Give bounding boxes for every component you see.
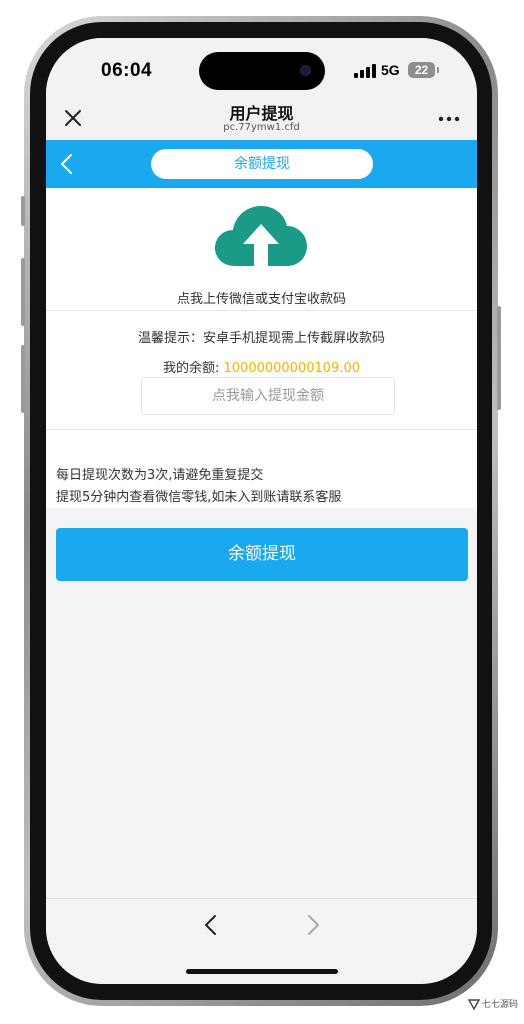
page-title: 用户提现 <box>229 104 294 123</box>
side-button-volume-up <box>21 258 25 326</box>
withdraw-button[interactable]: 余额提现 <box>56 528 468 581</box>
browser-header: 用户提现 pc.77ymw1.cfd <box>46 98 477 140</box>
side-button-volume-down <box>21 345 25 413</box>
balance-value: 10000000000109.00 <box>223 361 360 376</box>
cloud-upload-icon <box>215 206 307 266</box>
network-type: 5G <box>381 62 400 78</box>
chevron-left-icon[interactable] <box>58 152 76 176</box>
watermark-logo-icon <box>468 999 480 1010</box>
upload-qr-area[interactable]: 点我上传微信或支付宝收款码 <box>46 188 477 310</box>
signal-strength-icon <box>354 64 376 78</box>
home-indicator <box>186 969 338 974</box>
balance-row: 我的余额: 10000000000109.00 <box>46 357 477 376</box>
side-button-power <box>497 306 501 410</box>
phone-screen: 06:04 5G 22 用户提现 pc.77ymw1.cfd 余额提现 点我上传… <box>46 38 477 984</box>
nav-title-pill[interactable]: 余额提现 <box>151 149 373 179</box>
chevron-right-icon[interactable] <box>304 913 322 937</box>
status-bar: 06:04 5G 22 <box>46 38 477 98</box>
battery-tip <box>437 67 439 73</box>
watermark-text: 七七源码 <box>482 1000 519 1010</box>
chevron-left-icon[interactable] <box>202 913 220 937</box>
status-time: 06:04 <box>101 60 153 81</box>
tip-text: 温馨提示：安卓手机提现需上传截屏收款码 <box>137 331 385 346</box>
amount-input[interactable] <box>141 377 395 415</box>
device-canvas: 06:04 5G 22 用户提现 pc.77ymw1.cfd 余额提现 点我上传… <box>0 0 524 1024</box>
page-url: pc.77ymw1.cfd <box>223 122 300 133</box>
browser-bottom-bar <box>46 898 477 984</box>
note-line: 提现5分钟内查看微信零钱,如未入到账请联系客服 <box>56 490 342 505</box>
front-camera-icon <box>300 65 311 76</box>
side-button-action <box>21 196 25 226</box>
balance-label: 我的余额: <box>163 361 224 376</box>
notes-section: 每日提现次数为3次,请避免重复提交 提现5分钟内查看微信零钱,如未入到账请联系客… <box>46 430 477 508</box>
withdraw-info: 温馨提示：安卓手机提现需上传截屏收款码 我的余额: 10000000000109… <box>46 311 477 429</box>
blue-nav-bar: 余额提现 <box>46 140 477 188</box>
watermark: 七七源码 <box>468 996 518 1016</box>
dynamic-island <box>199 52 325 90</box>
upload-label: 点我上传微信或支付宝收款码 <box>176 292 346 307</box>
more-icon[interactable] <box>436 106 462 128</box>
note-line: 每日提现次数为3次,请避免重复提交 <box>56 468 264 483</box>
battery-icon: 22 <box>408 62 435 78</box>
